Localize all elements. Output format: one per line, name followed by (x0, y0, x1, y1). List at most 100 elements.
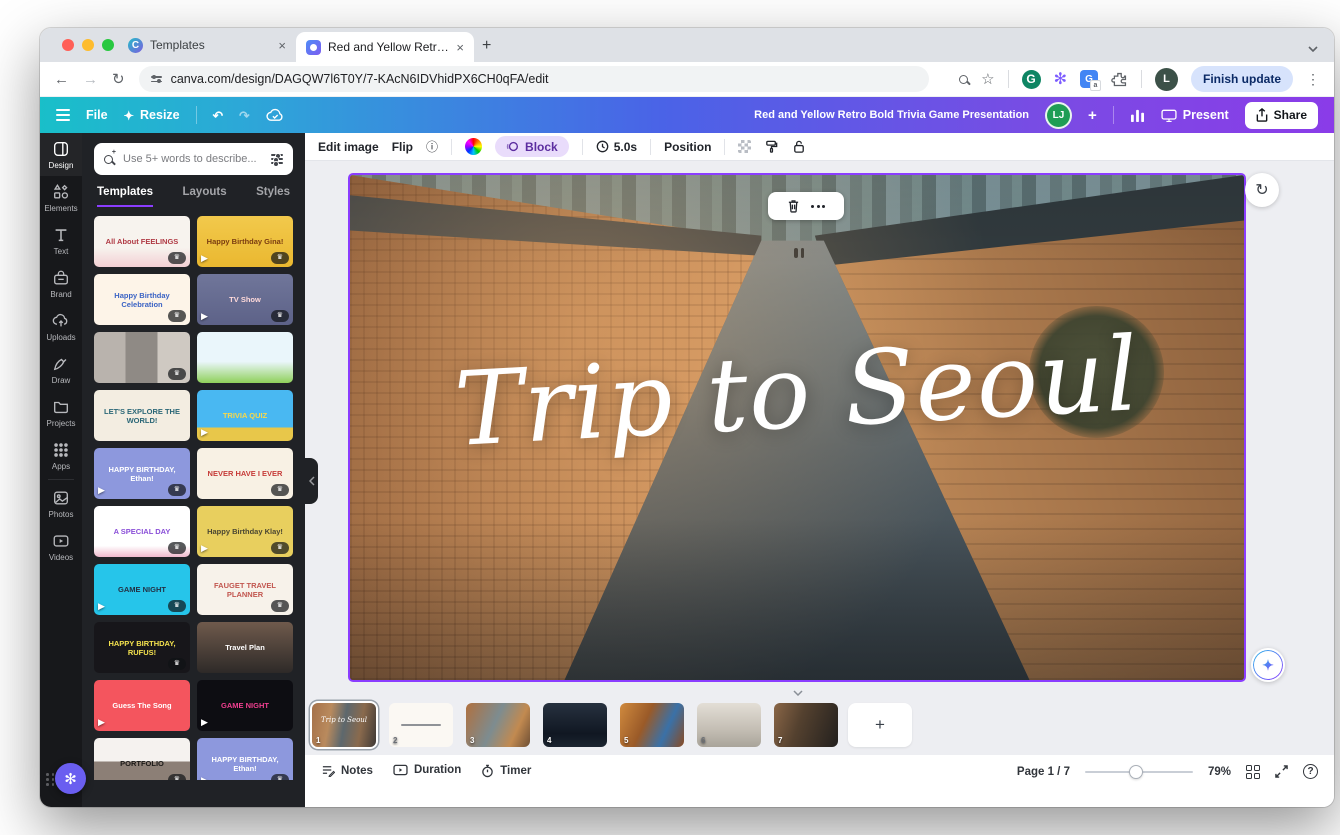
new-tab-button[interactable]: + (482, 37, 491, 55)
more-options-icon[interactable] (811, 204, 825, 208)
duration-toggle-button[interactable]: Duration (393, 764, 461, 776)
zoom-search-icon[interactable] (959, 74, 969, 84)
copy-style-roller-icon[interactable] (764, 139, 779, 154)
template-thumbnail[interactable]: Happy Birthday Klay! ▶ ♛ (197, 506, 293, 557)
design-page-canvas[interactable]: Trip to Seoul (348, 173, 1246, 682)
edit-image-button[interactable]: Edit image (318, 140, 379, 154)
notes-button[interactable]: Notes (321, 764, 373, 777)
close-tab-icon[interactable]: × (278, 39, 286, 52)
collapse-filmstrip-chevron[interactable] (785, 686, 811, 699)
tab-search-chevron-icon[interactable] (1308, 46, 1318, 52)
sidebar-item-apps[interactable]: Apps (40, 434, 82, 477)
menu-icon[interactable] (56, 109, 70, 121)
finish-update-button[interactable]: Finish update (1191, 66, 1293, 92)
tab-templates[interactable]: Templates (97, 186, 154, 207)
template-thumbnail[interactable]: HAPPY BIRTHDAY, Ethan! ▶ ♛ (94, 448, 190, 499)
search-input[interactable] (121, 152, 263, 166)
sidebar-item-elements[interactable]: Elements (40, 176, 82, 219)
browser-tab-active-design[interactable]: Red and Yellow Retro Bold Tri × (296, 32, 474, 62)
grid-view-icon[interactable] (1246, 764, 1260, 779)
sidebar-item-photos[interactable]: Photos (40, 482, 82, 525)
sidebar-item-uploads[interactable]: Uploads (40, 305, 82, 348)
flip-button[interactable]: Flip (392, 140, 413, 154)
page-thumbnail[interactable]: Trip to Seoul 1 (312, 703, 376, 747)
forward-icon[interactable]: → (83, 72, 98, 87)
info-icon[interactable]: ⓘ (426, 138, 438, 155)
design-title[interactable]: Red and Yellow Retro Bold Trivia Game Pr… (754, 109, 1029, 121)
panel-collapse-handle[interactable] (305, 458, 318, 504)
undo-icon[interactable]: ↶ (213, 108, 223, 123)
template-thumbnail[interactable]: NEVER HAVE I EVER ▶ ♛ (197, 448, 293, 499)
fullscreen-icon[interactable] (1275, 765, 1288, 778)
sidebar-item-projects[interactable]: Projects (40, 391, 82, 434)
sidebar-item-brand[interactable]: Brand (40, 262, 82, 305)
drag-handle-dots-icon[interactable] (46, 773, 55, 786)
template-thumbnail[interactable]: HAPPY BIRTHDAY, Ethan! ▶ ♛ (197, 738, 293, 780)
maximize-window-button[interactable] (102, 39, 114, 51)
template-thumbnail[interactable]: GAME NIGHT ▶ ♛ (94, 564, 190, 615)
close-tab-icon[interactable]: × (456, 41, 464, 54)
sidebar-item-text[interactable]: Text (40, 219, 82, 262)
page-thumbnail[interactable]: 6 (697, 703, 761, 747)
lock-icon[interactable] (792, 139, 806, 154)
resize-button[interactable]: ✦ Resize (124, 108, 180, 123)
back-icon[interactable]: ← (54, 72, 69, 87)
page-thumbnail[interactable]: 5 (620, 703, 684, 747)
sidebar-item-draw[interactable]: Draw (40, 348, 82, 391)
magic-studio-button[interactable]: ✦ (1251, 648, 1285, 682)
duration-button[interactable]: 5.0s (596, 140, 637, 154)
minimize-window-button[interactable] (82, 39, 94, 51)
refresh-design-button[interactable]: ↻ (1245, 173, 1279, 207)
template-thumbnail[interactable]: TRIVIA QUIZ ▶ ♛ (197, 390, 293, 441)
transparency-icon[interactable] (738, 140, 752, 153)
animate-block-button[interactable]: Block (495, 136, 569, 157)
invite-member-icon[interactable]: + (1088, 107, 1097, 124)
page-thumbnail[interactable]: 7 (774, 703, 838, 747)
template-search-box[interactable] (94, 143, 293, 175)
browser-profile-avatar[interactable]: L (1155, 67, 1178, 91)
tab-layouts[interactable]: Layouts (183, 186, 227, 207)
canva-assistant-button[interactable]: ✻ (55, 763, 86, 794)
template-thumbnail[interactable]: Travel Plan ▶ ♛ (197, 622, 293, 673)
template-thumbnail[interactable]: GAME NIGHT ▶ ♛ (197, 680, 293, 731)
template-thumbnail[interactable]: Happy Birthday Gina! ▶ ♛ (197, 216, 293, 267)
insights-chart-icon[interactable] (1130, 109, 1145, 122)
add-page-button[interactable]: + (848, 703, 912, 747)
template-thumbnail[interactable]: PORTFOLIO ▶ ♛ (94, 738, 190, 780)
present-button[interactable]: Present (1161, 108, 1229, 122)
search-filter-icon[interactable] (271, 152, 283, 166)
translate-extension-icon[interactable]: G (1080, 70, 1101, 91)
zoom-slider[interactable] (1084, 764, 1193, 779)
reload-icon[interactable]: ↻ (112, 72, 125, 87)
template-thumbnail[interactable]: All About FEELINGS ▶ ♛ (94, 216, 190, 267)
template-thumbnail[interactable]: Happy Birthday Celebration ▶ ♛ (94, 274, 190, 325)
template-thumbnail[interactable]: LET'S EXPLORE THE WORLD! ▶ ♛ (94, 390, 190, 441)
close-window-button[interactable] (62, 39, 74, 51)
template-thumbnail[interactable]: Guess The Song ▶ ♛ (94, 680, 190, 731)
sidebar-item-design[interactable]: Design (40, 133, 82, 176)
redo-icon[interactable]: ↷ (239, 108, 249, 123)
template-thumbnail[interactable]: FAUGET TRAVEL PLANNER ▶ ♛ (197, 564, 293, 615)
share-button[interactable]: Share (1244, 101, 1318, 129)
browser-tab-templates[interactable]: C Templates × (118, 28, 296, 62)
page-thumbnail[interactable]: 2 (389, 703, 453, 747)
template-thumbnail[interactable]: TV Show ▶ ♛ (197, 274, 293, 325)
grammarly-extension-icon[interactable]: G (1021, 69, 1041, 89)
timer-button[interactable]: Timer (481, 764, 531, 778)
position-button[interactable]: Position (664, 140, 711, 154)
delete-trash-icon[interactable] (787, 199, 800, 213)
user-avatar[interactable]: LJ (1045, 101, 1073, 129)
sidebar-item-videos[interactable]: Videos (40, 525, 82, 568)
tab-styles[interactable]: Styles (256, 186, 290, 207)
browser-menu-icon[interactable]: ⋮ (1306, 71, 1320, 88)
zoom-slider-thumb[interactable] (1128, 764, 1143, 779)
site-settings-icon[interactable] (150, 74, 162, 83)
template-thumbnail[interactable]: ▶ ♛ (94, 332, 190, 383)
help-icon[interactable]: ? (1303, 764, 1318, 779)
file-menu-button[interactable]: File (86, 108, 108, 122)
extensions-puzzle-icon[interactable] (1111, 71, 1128, 88)
page-thumbnail[interactable]: 3 (466, 703, 530, 747)
template-thumbnail[interactable]: ▶ ♛ (197, 332, 293, 383)
bookmark-star-icon[interactable]: ☆ (981, 70, 994, 88)
page-thumbnail[interactable]: 4 (543, 703, 607, 747)
